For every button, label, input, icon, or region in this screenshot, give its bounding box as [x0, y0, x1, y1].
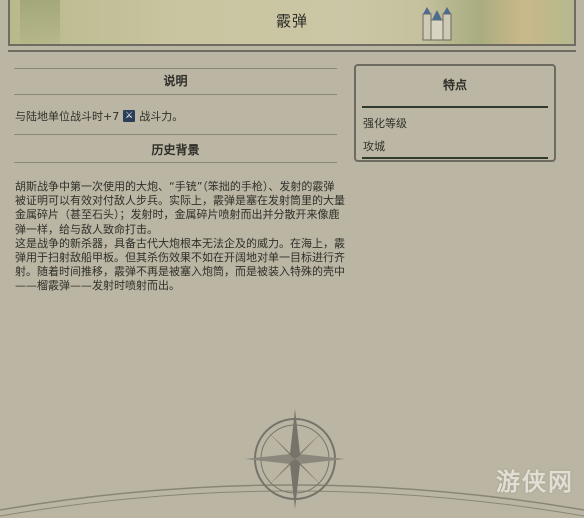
description-text-after: 战斗力。	[139, 110, 184, 123]
traits-panel: 特点 强化等级 攻城	[354, 64, 556, 162]
history-paragraph: 这是战争的新杀器，具备古代大炮根本无法企及的威力。在海上，霰弹用于扫射敌船甲板。…	[15, 236, 345, 293]
divider	[14, 68, 337, 69]
watermark-logo: 游侠网	[496, 468, 574, 496]
trait-item-promotion-level[interactable]: 强化等级	[363, 115, 407, 131]
compass-rose-icon	[245, 409, 345, 509]
history-heading: 历史背景	[151, 143, 200, 157]
description-heading: 说明	[163, 74, 188, 88]
divider	[14, 162, 337, 163]
history-text: 胡斯战争中第一次使用的大炮、“手铳”（笨拙的手枪）、发射的霰弹被证明可以有效对付…	[15, 180, 345, 294]
description-text-before: 与陆地单位战斗时+7	[15, 110, 120, 123]
trait-item-siege[interactable]: 攻城	[363, 138, 385, 154]
divider	[14, 94, 337, 95]
header-banner: 霰弹	[8, 0, 576, 46]
traits-heading: 特点	[442, 78, 467, 92]
civilopedia-page: 霰弹 说明 与陆地单位战斗时+7 ⚔ 战斗力。 历史背景 胡斯战争中第一次使用的…	[0, 0, 584, 518]
header-divider	[8, 50, 576, 52]
page-title: 霰弹	[275, 12, 308, 30]
sword-icon: ⚔	[123, 110, 136, 122]
history-paragraph: 胡斯战争中第一次使用的大炮、“手铳”（笨拙的手枪）、发射的霰弹被证明可以有效对付…	[15, 180, 345, 236]
description-text: 与陆地单位战斗时+7 ⚔ 战斗力。	[15, 108, 183, 124]
traits-divider	[362, 157, 548, 159]
divider	[14, 134, 337, 135]
traits-divider	[362, 106, 548, 108]
